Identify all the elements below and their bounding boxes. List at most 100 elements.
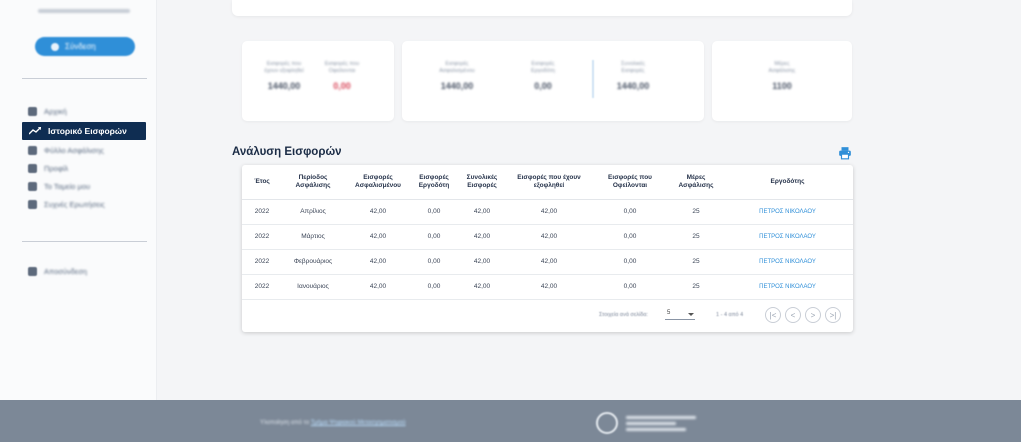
stat-days: Μέρες Ασφάλισης 1100 <box>752 61 812 91</box>
column-header-paid[interactable]: Εισφορές που έχουν εξοφληθεί <box>508 165 590 200</box>
cell-employer-contrib: 0,00 <box>412 224 456 250</box>
sidebar-item-contribution-history[interactable]: Ιστορικό Εισφορών <box>22 122 146 140</box>
cell-owed: 0,00 <box>590 249 670 275</box>
column-header-year[interactable]: Έτος <box>242 165 282 200</box>
column-header-employer-contrib[interactable]: Εισφορές Εργοδότη <box>412 165 456 200</box>
contributions-table: Έτος Περίοδος Ασφάλισης Εισφορές Ασφαλισ… <box>242 165 853 300</box>
column-header-days[interactable]: Μέρες Ασφάλισης <box>670 165 722 200</box>
cell-total: 42,00 <box>456 224 508 250</box>
first-page-button[interactable]: |< <box>765 307 781 323</box>
cell-period: Μάρτιος <box>282 224 344 250</box>
last-page-button[interactable]: >| <box>825 307 841 323</box>
cell-paid: 42,00 <box>508 199 590 225</box>
summary-card-days: Μέρες Ασφάλισης 1100 <box>712 41 852 121</box>
cell-total: 42,00 <box>456 249 508 275</box>
person-icon <box>28 163 37 173</box>
chevron-right-icon: > <box>810 310 816 320</box>
contributions-table-card: Έτος Περίοδος Ασφάλισης Εισφορές Ασφαλισ… <box>242 165 853 332</box>
sidebar-item-insurance-sheet[interactable]: Φύλλο Ασφάλισης <box>28 143 104 157</box>
sidebar-divider <box>22 78 147 79</box>
top-card <box>232 0 852 16</box>
cell-employer-link[interactable]: ΠΕΤΡΟΣ ΝΙΚΟΛΑΟΥ <box>722 249 853 275</box>
stat-value: 0,00 <box>534 81 552 91</box>
card-icon <box>28 145 37 155</box>
stat-caption: Ασφαλισμένου <box>439 68 475 74</box>
next-page-button[interactable]: > <box>805 307 821 323</box>
last-page-icon: >| <box>829 310 837 320</box>
sidebar-item-faq[interactable]: Συχνές Ερωτήσεις <box>28 197 105 211</box>
cell-insured: 42,00 <box>344 274 412 300</box>
rows-per-page-value: 5 <box>667 310 671 316</box>
cell-total: 42,00 <box>456 274 508 300</box>
stat-value: 1440,00 <box>267 81 301 91</box>
stat-caption: Εισφορές που <box>266 61 302 67</box>
stat-owed: Εισφορές που Οφείλονται 0,00 <box>312 61 372 91</box>
table-row: 2022 Μάρτιος 42,00 0,00 42,00 42,00 0,00… <box>242 224 853 250</box>
chevron-left-icon: < <box>790 310 796 320</box>
table-row: 2022 Ιανουάριος 42,00 0,00 42,00 42,00 0… <box>242 274 853 300</box>
user-name <box>38 9 130 13</box>
cell-paid: 42,00 <box>508 224 590 250</box>
cell-days: 25 <box>670 224 722 250</box>
cell-days: 25 <box>670 274 722 300</box>
sidebar-item-label: Φύλλο Ασφάλισης <box>44 145 104 155</box>
sidebar-item-logout[interactable]: Αποσύνδεση <box>28 264 87 278</box>
sidebar-item-label: Προφίλ <box>44 163 69 173</box>
cell-year: 2022 <box>242 199 282 225</box>
first-page-icon: |< <box>769 310 777 320</box>
connect-button[interactable]: Σύνδεση <box>35 37 135 56</box>
cell-year: 2022 <box>242 224 282 250</box>
cell-owed: 0,00 <box>590 274 670 300</box>
cell-period: Απρίλιος <box>282 199 344 225</box>
stat-caption: Εισφορές <box>445 61 469 67</box>
column-header-period[interactable]: Περίοδος Ασφάλισης <box>282 165 344 200</box>
summary-card-contributions: Εισφορές Ασφαλισμένου 1440,00 Εισφορές Ε… <box>402 41 704 121</box>
sidebar-item-label: Συχνές Ερωτήσεις <box>44 199 105 209</box>
stat-caption: έχουν εξοφληθεί <box>264 68 304 74</box>
section-title: Ανάλυση Εισφορών <box>232 146 342 158</box>
column-header-employer[interactable]: Εργοδότης <box>722 165 853 200</box>
column-header-owed[interactable]: Εισφορές που Οφείλονται <box>590 165 670 200</box>
stat-caption: Εργοδότη <box>531 68 555 74</box>
stat-caption: Μέρες <box>774 61 790 67</box>
rows-per-page-label: Στοιχεία ανά σελίδα: <box>599 312 649 318</box>
stat-total: Συνολικές Εισφορές 1440,00 <box>598 61 668 91</box>
sidebar-item-label: Ιστορικό Εισφορών <box>48 126 127 136</box>
stat-value: 1440,00 <box>616 81 650 91</box>
logout-icon <box>28 266 37 276</box>
org-line <box>626 428 686 431</box>
cell-paid: 42,00 <box>508 249 590 275</box>
stat-value: 0,00 <box>333 81 351 91</box>
column-header-insured-contrib[interactable]: Εισφορές Ασφαλισμένου <box>344 165 412 200</box>
cell-insured: 42,00 <box>344 224 412 250</box>
cell-year: 2022 <box>242 249 282 275</box>
stat-insured: Εισφορές Ασφαλισμένου 1440,00 <box>427 61 487 91</box>
footer: Υλοποίηση από το Τμήμα Ψηφιακού Μετασχημ… <box>0 400 1021 442</box>
cell-days: 25 <box>670 249 722 275</box>
help-icon <box>28 199 37 209</box>
sidebar-item-profile[interactable]: Προφίλ <box>28 161 68 175</box>
sidebar-item-home[interactable]: Αρχική <box>28 104 67 118</box>
print-icon[interactable] <box>838 146 852 160</box>
stat-value: 1100 <box>772 81 792 91</box>
cell-owed: 0,00 <box>590 199 670 225</box>
cell-employer-contrib: 0,00 <box>412 249 456 275</box>
stat-caption: Εισφορές που <box>324 61 360 67</box>
summary-card-payments: Εισφορές που έχουν εξοφληθεί 1440,00 Εισ… <box>242 41 394 121</box>
connect-icon <box>51 42 59 51</box>
prev-page-button[interactable]: < <box>785 307 801 323</box>
cell-employer-link[interactable]: ΠΕΤΡΟΣ ΝΙΚΟΛΑΟΥ <box>722 224 853 250</box>
cell-insured: 42,00 <box>344 249 412 275</box>
table-row: 2022 Φεβρουάριος 42,00 0,00 42,00 42,00 … <box>242 249 853 275</box>
rows-per-page-select[interactable]: 5 <box>665 308 695 320</box>
cell-total: 42,00 <box>456 199 508 225</box>
home-icon <box>28 106 37 116</box>
cell-employer-link[interactable]: ΠΕΤΡΟΣ ΝΙΚΟΛΑΟΥ <box>722 199 853 225</box>
stat-value: 1440,00 <box>440 81 474 91</box>
stat-divider <box>592 60 594 98</box>
cell-employer-link[interactable]: ΠΕΤΡΟΣ ΝΙΚΟΛΑΟΥ <box>722 274 853 300</box>
column-header-total-contrib[interactable]: Συνολικές Εισφορές <box>456 165 508 200</box>
footer-link[interactable]: Τμήμα Ψηφιακού Μετασχηματισμού <box>311 420 406 426</box>
org-line <box>626 422 676 425</box>
sidebar-item-my-fund[interactable]: Το Ταμείο μου <box>28 179 90 193</box>
